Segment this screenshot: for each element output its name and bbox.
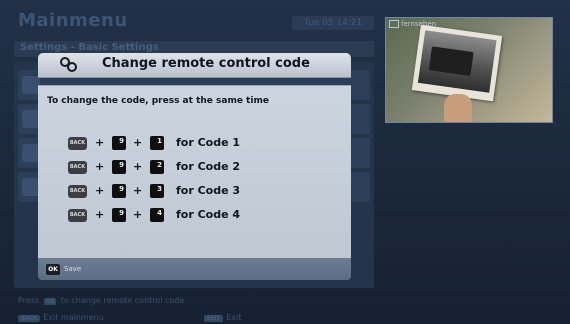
dialog-footer: OK Save	[38, 258, 351, 280]
breadcrumb: Settings - Basic Settings	[20, 42, 159, 53]
ok-save-button[interactable]: OK	[46, 264, 60, 275]
code-2-label: for Code 2	[176, 160, 241, 173]
plus-sign: +	[95, 208, 105, 221]
plus-sign: +	[95, 136, 105, 149]
code-1-label: for Code 1	[176, 136, 241, 149]
save-label: Save	[64, 265, 82, 273]
back-key-icon: BACK	[18, 315, 41, 322]
plus-sign: +	[133, 184, 143, 197]
code-3-label: for Code 3	[176, 184, 241, 197]
back-key-icon: BACK	[68, 185, 87, 198]
instruction-text: To change the code, press at the same ti…	[47, 96, 269, 106]
back-key-icon: BACK	[68, 137, 87, 150]
key-1-icon: 1	[150, 136, 164, 150]
exit-mainmenu-label: Exit mainmenu	[43, 313, 104, 322]
key-9-icon: 9	[112, 208, 126, 222]
clock-display: Tue 05 14:21	[292, 16, 374, 30]
exit-key-icon: EXIT	[204, 315, 224, 322]
remote-code-icon	[60, 57, 77, 72]
key-3-icon: 3	[150, 184, 164, 198]
back-key-icon: BACK	[68, 161, 87, 174]
code-4-label: for Code 4	[176, 208, 241, 221]
back-key-icon: BACK	[68, 209, 87, 222]
dialog-header: Change remote control code	[38, 53, 351, 77]
footer-hint-prefix: Press	[18, 296, 40, 305]
main-menu-title: Mainmenu	[18, 10, 128, 31]
footer-hint-suffix: to change remote control code	[60, 296, 185, 305]
tv-icon	[389, 20, 399, 28]
plus-sign: +	[133, 208, 143, 221]
footer-hint: Press OK to change remote control code	[18, 296, 184, 305]
key-9-icon: 9	[112, 160, 126, 174]
tv-source-tag: fernsehen	[389, 20, 436, 28]
photo-print	[411, 24, 503, 102]
key-4-icon: 4	[150, 208, 164, 222]
tv-preview: fernsehen	[385, 17, 553, 123]
change-remote-code-dialog: Change remote control code To change the…	[38, 53, 351, 280]
footer-key-legend: BACK Exit mainmenu EXIT Exit	[18, 313, 242, 322]
tv-source-label: fernsehen	[401, 20, 437, 28]
plus-sign: +	[95, 160, 105, 173]
hand-graphic	[444, 94, 472, 122]
key-9-icon: 9	[112, 184, 126, 198]
plus-sign: +	[95, 184, 105, 197]
plus-sign: +	[133, 160, 143, 173]
dialog-title: Change remote control code	[102, 56, 310, 71]
key-2-icon: 2	[150, 160, 164, 174]
exit-label: Exit	[226, 313, 242, 322]
tv-preview-image	[386, 18, 552, 122]
dialog-body: To change the code, press at the same ti…	[38, 85, 351, 259]
plus-sign: +	[133, 136, 143, 149]
key-9-icon: 9	[112, 136, 126, 150]
ok-key-icon: OK	[43, 298, 57, 305]
